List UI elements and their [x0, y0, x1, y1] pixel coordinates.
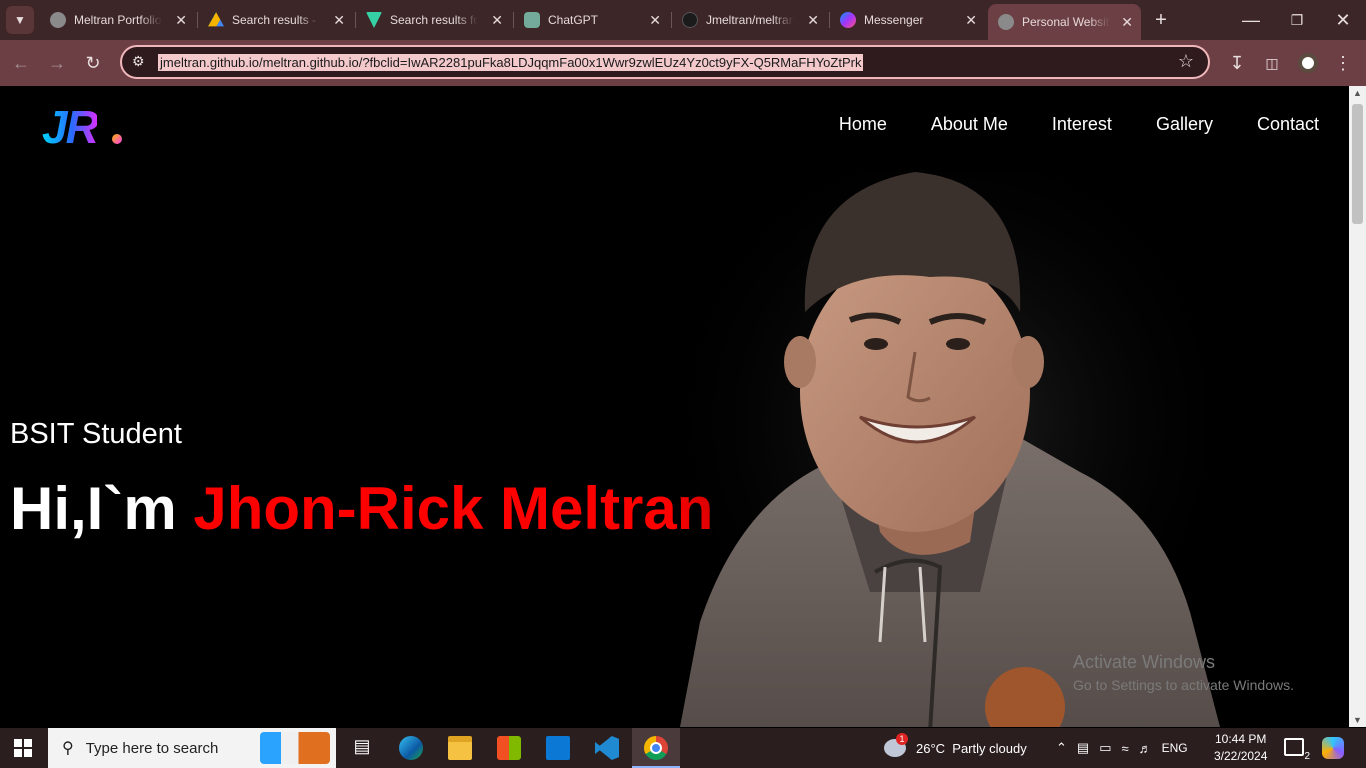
copilot-icon[interactable] [1322, 737, 1344, 759]
scroll-up-icon[interactable]: ▲ [1353, 88, 1362, 98]
search-placeholder: Type here to search [85, 739, 219, 757]
clock[interactable]: 10:44 PM 3/22/2024 [1214, 731, 1267, 765]
close-icon[interactable]: ✕ [965, 12, 977, 29]
tab-title: Meltran Portfolio [74, 13, 162, 27]
browser-toolbar: ← → ↻ ⚙ jmeltran.github.io/meltran.githu… [0, 40, 1366, 86]
clock-date: 3/22/2024 [1214, 749, 1268, 763]
chevron-up-icon[interactable]: ⌃ [1056, 740, 1067, 756]
wifi-icon[interactable]: ≈ [1122, 741, 1129, 756]
windows-taskbar: ⚲ Type here to search ▤ 1 26°C Partly cl… [0, 728, 1366, 768]
close-icon[interactable]: ✕ [491, 12, 503, 29]
logo-dot [112, 134, 122, 144]
site-nav: Home About Me Interest Gallery Contact [839, 114, 1319, 135]
tab-meltran-portfolio[interactable]: Meltran Portfolio ✕ [40, 4, 195, 36]
chrome-icon [644, 736, 668, 760]
avatar[interactable] [1295, 50, 1321, 76]
tab-search-button[interactable]: ▼ [6, 6, 34, 34]
tab-title: ChatGPT [548, 13, 599, 27]
close-icon[interactable]: ✕ [807, 12, 819, 29]
hero-subtitle: BSIT Student [10, 418, 182, 450]
forward-icon[interactable]: → [44, 50, 70, 76]
download-icon[interactable]: ↧ [1224, 50, 1250, 76]
file-explorer-icon[interactable] [448, 736, 472, 760]
globe-icon [998, 14, 1014, 30]
site-logo[interactable]: JR [42, 100, 99, 154]
chrome-taskbar-active[interactable] [632, 728, 680, 768]
restore-icon[interactable]: ❐ [1284, 7, 1310, 33]
nav-gallery[interactable]: Gallery [1156, 114, 1213, 135]
taskbar-search-box[interactable]: ⚲ Type here to search [48, 728, 336, 768]
profile-photo [680, 172, 1220, 727]
close-icon[interactable]: ✕ [649, 12, 661, 29]
close-icon[interactable]: ✕ [333, 12, 345, 29]
tab-title: Jmeltran/meltran [706, 13, 794, 27]
tab-title: Search results - Google Drive [232, 13, 320, 27]
tab-github[interactable]: Jmeltran/meltran ✕ [672, 4, 827, 36]
nav-home[interactable]: Home [839, 114, 887, 135]
address-bar[interactable]: ⚙ jmeltran.github.io/meltran.github.io/?… [120, 45, 1210, 79]
tab-title: Search results for [390, 13, 478, 27]
windows-activation-watermark: Activate Windows Go to Settings to activ… [1073, 652, 1294, 693]
hero-headline: Hi,I`m Jhon-Rick Meltran [10, 474, 713, 543]
language-indicator[interactable]: ENG [1162, 741, 1188, 755]
reload-icon[interactable]: ↻ [80, 50, 106, 76]
github-icon [682, 12, 698, 28]
menu-icon[interactable]: ⋮ [1330, 50, 1356, 76]
watermark-title: Activate Windows [1073, 652, 1216, 672]
google-drive-icon [208, 12, 224, 27]
close-window-icon[interactable]: ✕ [1330, 7, 1356, 33]
volume-icon[interactable]: ♬ [1139, 741, 1152, 756]
web-page: JR Home About Me Interest Gallery Contac… [0, 86, 1349, 727]
search-icon: ⚲ [62, 740, 74, 757]
tab-messenger[interactable]: Messenger ✕ [830, 4, 985, 36]
tab-google-drive-search[interactable]: Search results - Google Drive ✕ [198, 4, 353, 36]
scroll-down-icon[interactable]: ▼ [1353, 715, 1362, 725]
battery-icon[interactable]: ▭ [1099, 740, 1111, 756]
vscode-icon[interactable] [595, 736, 619, 760]
globe-icon [50, 12, 66, 28]
clock-time: 10:44 PM [1215, 732, 1267, 746]
nav-about-me[interactable]: About Me [931, 114, 1008, 135]
tab-title: Messenger [864, 13, 924, 27]
notifications-icon[interactable]: 2 [1284, 738, 1310, 762]
minimize-icon[interactable]: — [1238, 7, 1264, 33]
edge-icon[interactable] [399, 736, 423, 760]
bookmark-star-icon[interactable]: ☆ [1178, 51, 1194, 72]
tab-search-results[interactable]: Search results for ✕ [356, 4, 511, 36]
weather-text[interactable]: 26°C Partly cloudy [916, 741, 1027, 756]
v-logo-icon [366, 12, 382, 28]
headline-greeting: Hi,I`m [10, 475, 194, 542]
chatgpt-icon [524, 12, 540, 28]
back-icon[interactable]: ← [8, 50, 34, 76]
browser-tab-strip: ▼ Meltran Portfolio ✕ Search results - G… [0, 0, 1366, 40]
side-panel-icon[interactable]: ◫ [1259, 50, 1285, 76]
site-settings-icon[interactable]: ⚙ [132, 53, 145, 70]
task-view-icon[interactable]: ▤ [350, 736, 374, 760]
weather-badge: 1 [896, 733, 908, 745]
page-scrollbar[interactable]: ▲ ▼ [1349, 86, 1366, 727]
tab-chatgpt[interactable]: ChatGPT ✕ [514, 4, 669, 36]
nav-interest[interactable]: Interest [1052, 114, 1112, 135]
system-tray: 1 26°C Partly cloudy [884, 728, 1027, 768]
messenger-icon [840, 12, 856, 28]
meet-now-icon[interactable]: ▤ [1077, 740, 1089, 756]
tab-title: Personal Website [1022, 15, 1110, 29]
mail-icon[interactable] [546, 736, 570, 760]
headline-name: Jhon-Rick Meltran [193, 475, 714, 542]
weather-icon[interactable]: 1 [884, 733, 908, 757]
tray-icons: ⌃ ▤ ▭ ≈ ♬ ENG [1056, 728, 1188, 768]
nav-contact[interactable]: Contact [1257, 114, 1319, 135]
scroll-thumb[interactable] [1352, 104, 1363, 224]
windows-start-icon[interactable] [14, 739, 32, 757]
new-tab-button[interactable]: + [1148, 7, 1174, 33]
close-icon[interactable]: ✕ [1121, 14, 1133, 31]
url-text[interactable]: jmeltran.github.io/meltran.github.io/?fb… [158, 54, 864, 71]
tab-personal-website[interactable]: Personal Website ✕ [988, 4, 1141, 40]
search-highlight-icon [260, 732, 330, 764]
microsoft-store-icon[interactable] [497, 736, 521, 760]
close-icon[interactable]: ✕ [175, 12, 187, 29]
notification-count: 2 [1304, 751, 1310, 762]
watermark-subtitle: Go to Settings to activate Windows. [1073, 677, 1294, 693]
